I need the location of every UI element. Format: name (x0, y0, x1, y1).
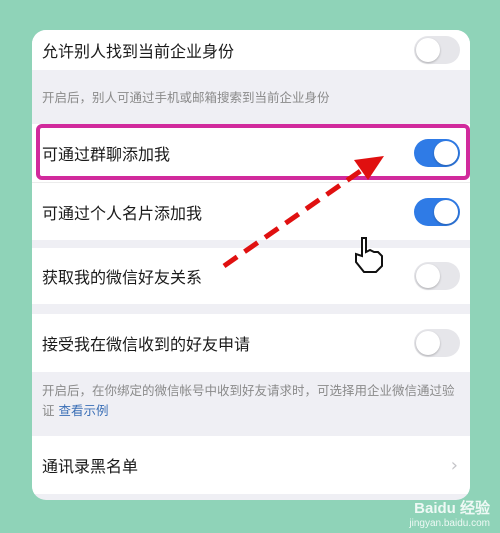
allow-find-toggle[interactable] (414, 36, 460, 64)
blacklist-row[interactable]: 通讯录黑名单 › (32, 436, 470, 494)
view-example-link[interactable]: 查看示例 (59, 403, 109, 418)
watermark: Baidu 经验 jingyan.baidu.com (409, 497, 490, 529)
toggle-knob (416, 331, 440, 355)
accept-requests-row[interactable]: 接受我在微信收到的好友申请 (32, 314, 470, 372)
watermark-brand: Baidu 经验 (414, 500, 490, 517)
add-via-card-label: 可通过个人名片添加我 (42, 203, 203, 223)
wechat-relation-row[interactable]: 获取我的微信好友关系 (32, 248, 470, 304)
allow-find-label: 允许别人找到当前企业身份 (42, 42, 235, 61)
toggle-knob (416, 38, 440, 62)
toggle-knob (416, 264, 440, 288)
add-via-card-toggle[interactable] (414, 197, 460, 226)
allow-find-row[interactable]: 允许别人找到当前企业身份 (32, 30, 470, 70)
chevron-right-icon: › (450, 454, 458, 476)
wechat-relation-label: 获取我的微信好友关系 (42, 268, 203, 287)
accept-requests-toggle[interactable] (414, 329, 460, 357)
wechat-relation-toggle[interactable] (414, 262, 460, 290)
blacklist-label: 通讯录黑名单 (42, 457, 139, 476)
accept-requests-label: 接受我在微信收到的好友申请 (42, 335, 251, 354)
toggle-knob (434, 199, 458, 224)
watermark-url: jingyan.baidu.com (409, 518, 490, 529)
settings-panel: 允许别人找到当前企业身份 开启后，别人可通过手机或邮箱搜索到当前企业身份 可通过… (32, 30, 470, 500)
allow-find-description: 开启后，别人可通过手机或邮箱搜索到当前企业身份 (42, 90, 330, 105)
highlight-box (36, 124, 470, 180)
accept-requests-description: 开启后，在你绑定的微信帐号中收到好友请求时，可选择用企业微信通过验证 查看示例 (42, 381, 462, 421)
add-via-card-row[interactable]: 可通过个人名片添加我 (32, 182, 470, 240)
